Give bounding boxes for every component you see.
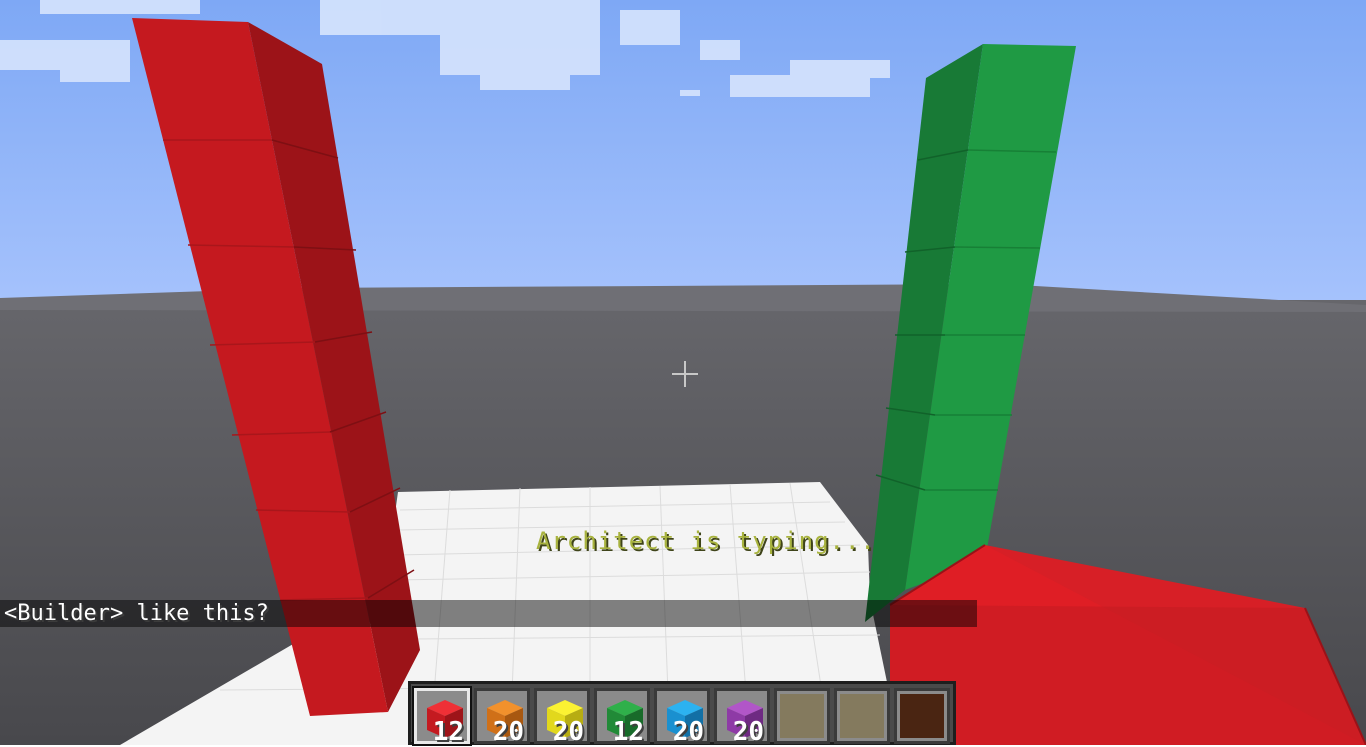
typing-indicator: Architect is typing... xyxy=(536,527,876,555)
hotbar: 12 20 20 12 20 20 xyxy=(408,681,956,747)
hotbar-slot-3[interactable]: 20 xyxy=(534,688,590,747)
hotbar-slot-9[interactable] xyxy=(894,688,950,744)
item-count: 20 xyxy=(672,717,704,747)
item-count: 12 xyxy=(612,717,644,747)
empty-slot-fill xyxy=(900,694,944,738)
chat-message: <Builder> like this? xyxy=(0,600,977,627)
hotbar-slot-6[interactable]: 20 xyxy=(714,688,770,747)
hotbar-slot-1[interactable]: 12 xyxy=(412,686,472,747)
crosshair-icon xyxy=(672,361,698,387)
hotbar-slot-2[interactable]: 20 xyxy=(474,688,530,747)
hotbar-slot-8[interactable] xyxy=(834,688,890,744)
hotbar-slot-7[interactable] xyxy=(774,688,830,744)
hotbar-slot-5[interactable]: 20 xyxy=(654,688,710,747)
chat-message-text: <Builder> like this? xyxy=(4,601,269,626)
empty-slot-fill xyxy=(840,694,884,738)
item-count: 20 xyxy=(492,717,524,747)
item-count: 12 xyxy=(432,717,464,747)
empty-slot-fill xyxy=(780,694,824,738)
item-count: 20 xyxy=(732,717,764,747)
item-count: 20 xyxy=(552,717,584,747)
hotbar-slot-4[interactable]: 12 xyxy=(594,688,650,747)
